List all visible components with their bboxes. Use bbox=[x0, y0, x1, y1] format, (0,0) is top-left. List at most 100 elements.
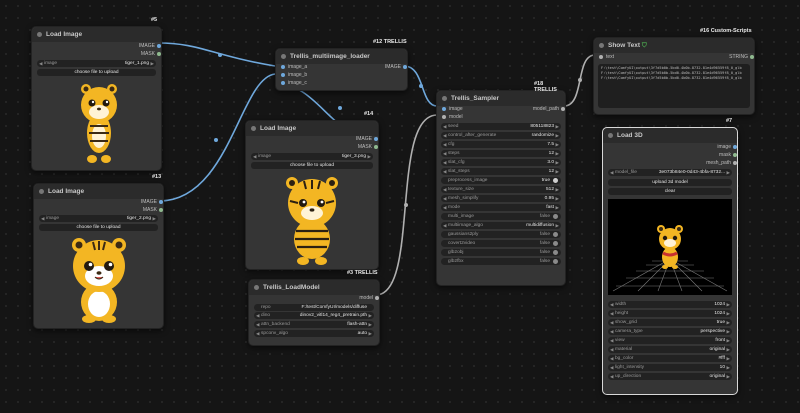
attn-backend-select[interactable]: ◀ attn_backend flash-attn ▶ bbox=[254, 321, 374, 328]
glb2fbx-toggle[interactable]: glb2fbx false bbox=[441, 258, 561, 265]
input-model[interactable]: model bbox=[442, 114, 463, 120]
tiger-2-preview bbox=[72, 238, 126, 323]
covert2video-toggle[interactable]: covert2video false bbox=[441, 240, 561, 247]
load-image-node-5[interactable]: #5 Load Image IMAGE MASK ◀ image tiger_1.p… bbox=[31, 17, 162, 171]
input-image[interactable]: image bbox=[442, 106, 463, 112]
widget-label: covert2video bbox=[448, 241, 476, 246]
up-direction-select[interactable]: ◀ up_direction original ▶ bbox=[608, 373, 732, 380]
show-text-node[interactable]: #16 Custom-Scripts Show Text ⛉ text STRI… bbox=[593, 28, 755, 115]
load-image-node-13[interactable]: #13 Load Image IMAGE MASK ◀ image tiger_2.… bbox=[33, 174, 164, 329]
image-select[interactable]: ◀ image tiger_2.png ▶ bbox=[39, 215, 158, 222]
bg-color-field[interactable]: ◀ bg_color #fff ▶ bbox=[608, 355, 732, 362]
mesh-simplify-field[interactable]: ◀ mesh_simplify 0.95 ▶ bbox=[441, 195, 561, 202]
slat-steps-field[interactable]: ◀ slat_steps 12 ▶ bbox=[441, 168, 561, 175]
output-mask[interactable]: MASK bbox=[141, 51, 161, 57]
glb2obj-toggle[interactable]: glb2obj false bbox=[441, 249, 561, 256]
show-grid-toggle[interactable]: ◀ show_grid true ▶ bbox=[608, 319, 732, 326]
output-image[interactable]: image bbox=[717, 144, 737, 150]
widget-value: F:/test/ComfyUI/models/diffuse bbox=[301, 305, 368, 310]
widget-label: up_direction bbox=[615, 374, 642, 379]
widget-label: dino bbox=[261, 313, 271, 318]
widget-label: repo bbox=[261, 305, 271, 310]
widget-label: image bbox=[258, 154, 272, 159]
output-label: image bbox=[717, 144, 731, 150]
input-image-a[interactable]: image_a bbox=[281, 64, 307, 70]
image-select[interactable]: ◀ image tiger_3.png ▶ bbox=[251, 153, 373, 160]
3d-viewport[interactable] bbox=[608, 199, 732, 295]
upload-button[interactable]: choose file to upload bbox=[39, 224, 158, 231]
upload-3d-model-button[interactable]: upload 3d model bbox=[608, 179, 732, 186]
output-label: mesh_path bbox=[706, 160, 731, 166]
output-image[interactable]: IMAGE bbox=[139, 43, 161, 49]
width-field[interactable]: ◀ width 1024 ▶ bbox=[608, 301, 732, 308]
spconv-algo-select[interactable]: ◀ spconv_algo auto ▶ bbox=[254, 330, 374, 337]
camera-type-select[interactable]: ◀ camera_type perspective ▶ bbox=[608, 328, 732, 335]
multiimage-algo-select[interactable]: ◀ multiimage_algo multidiffusion ▶ bbox=[441, 222, 561, 229]
node-title[interactable]: Load 3D bbox=[603, 128, 737, 143]
widget-value: 10 bbox=[719, 365, 725, 370]
trellis-sampler-node[interactable]: #18 TRELLIS Trellis_Sampler image model … bbox=[436, 81, 566, 286]
input-image-c[interactable]: image_c bbox=[281, 80, 307, 86]
view-select[interactable]: ◀ view front ▶ bbox=[608, 337, 732, 344]
widget-label: image bbox=[46, 216, 60, 221]
preprocess-image-toggle[interactable]: preprocess_image true bbox=[441, 177, 561, 184]
output-mask[interactable]: MASK bbox=[358, 144, 378, 150]
output-label: model_path bbox=[532, 106, 559, 112]
upload-button[interactable]: choose file to upload bbox=[251, 162, 373, 169]
upload-button[interactable]: choose file to upload bbox=[37, 69, 156, 76]
node-title[interactable]: Load Image bbox=[246, 121, 378, 136]
output-image[interactable]: IMAGE bbox=[385, 64, 407, 70]
output-label: MASK bbox=[142, 207, 157, 213]
node-title[interactable]: Trellis_multiimage_loader bbox=[276, 49, 407, 64]
output-mesh-path[interactable]: mesh_path bbox=[706, 160, 737, 166]
widget-value: 12 bbox=[548, 151, 554, 156]
trellis-loadmodel-node[interactable]: #3 TRELLIS Trellis_LoadModel model repo F… bbox=[248, 270, 380, 346]
multi-image-toggle[interactable]: multi_image false bbox=[441, 213, 561, 220]
texture-size-field[interactable]: ◀ texture_size 512 ▶ bbox=[441, 186, 561, 193]
light-intensity-field[interactable]: ◀ light_intensity 10 ▶ bbox=[608, 364, 732, 371]
mode-select[interactable]: ◀ mode fast ▶ bbox=[441, 204, 561, 211]
material-select[interactable]: ◀ material original ▶ bbox=[608, 346, 732, 353]
node-title[interactable]: Load Image bbox=[34, 184, 163, 199]
node-title-text: Trellis_multiimage_loader bbox=[290, 53, 370, 60]
widget-value: false bbox=[539, 250, 550, 255]
output-model-path[interactable]: model_path bbox=[532, 106, 565, 112]
node-title[interactable]: Trellis_Sampler bbox=[437, 91, 565, 106]
steps-field[interactable]: ◀ steps 12 ▶ bbox=[441, 150, 561, 157]
widget-value: dinov2_vitl14_reg4_pretrain.pth bbox=[299, 313, 367, 318]
widget-label: image bbox=[44, 61, 58, 66]
node-id: #3 TRELLIS bbox=[347, 270, 378, 276]
output-mask[interactable]: mask bbox=[719, 152, 737, 158]
output-model[interactable]: model bbox=[359, 295, 379, 301]
height-field[interactable]: ◀ height 1024 ▶ bbox=[608, 310, 732, 317]
gaussians2ply-toggle[interactable]: gaussians2ply false bbox=[441, 231, 561, 238]
widget-value: 1024 bbox=[714, 311, 725, 316]
load-image-node-14[interactable]: #14 Load Image IMAGE MASK ◀ image tiger_3.… bbox=[245, 111, 379, 270]
node-title[interactable]: Show Text ⛉ bbox=[594, 38, 754, 53]
image-select[interactable]: ◀ image tiger_1.png ▶ bbox=[37, 60, 156, 67]
seed-field[interactable]: ◀ seed 805118823 ▶ bbox=[441, 123, 561, 130]
cfg-field[interactable]: ◀ cfg 7.5 ▶ bbox=[441, 141, 561, 148]
slat-cfg-field[interactable]: ◀ slat_cfg 3.0 ▶ bbox=[441, 159, 561, 166]
node-title[interactable]: Load Image bbox=[32, 27, 161, 42]
load-3d-node[interactable]: #7 Load 3D image mask mesh_path ◀ model_f… bbox=[602, 118, 738, 395]
model-file-select[interactable]: ◀ model_file 3e073b84e0-0d43-4bfa-8732... ▶ bbox=[608, 169, 732, 176]
node-id: #7 bbox=[726, 118, 733, 124]
repo-field[interactable]: repo F:/test/ComfyUI/models/diffuse bbox=[254, 304, 374, 311]
widget-value: 3.0 bbox=[547, 160, 554, 165]
output-text-area[interactable]: F:\test\ComfyUI\output\3f7d5b0b-5bd0-4b0… bbox=[598, 64, 750, 108]
multiimage-loader-node[interactable]: #12 TRELLIS Trellis_multiimage_loader im… bbox=[275, 39, 408, 91]
dino-select[interactable]: ◀ dino dinov2_vitl14_reg4_pretrain.pth ▶ bbox=[254, 312, 374, 319]
output-mask[interactable]: MASK bbox=[142, 207, 163, 213]
widget-label: multi_image bbox=[448, 214, 474, 219]
input-image-b[interactable]: image_b bbox=[281, 72, 307, 78]
output-image[interactable]: IMAGE bbox=[356, 136, 378, 142]
output-image[interactable]: IMAGE bbox=[141, 199, 163, 205]
control-after-generate-select[interactable]: ◀ control_after_generate randomize ▶ bbox=[441, 132, 561, 139]
output-string[interactable]: STRING bbox=[729, 54, 754, 60]
clear-button[interactable]: clear bbox=[608, 188, 732, 195]
widget-label: spconv_algo bbox=[261, 331, 288, 336]
widget-value: false bbox=[539, 232, 550, 237]
input-text[interactable]: text bbox=[599, 54, 614, 60]
node-title[interactable]: Trellis_LoadModel bbox=[249, 280, 379, 295]
